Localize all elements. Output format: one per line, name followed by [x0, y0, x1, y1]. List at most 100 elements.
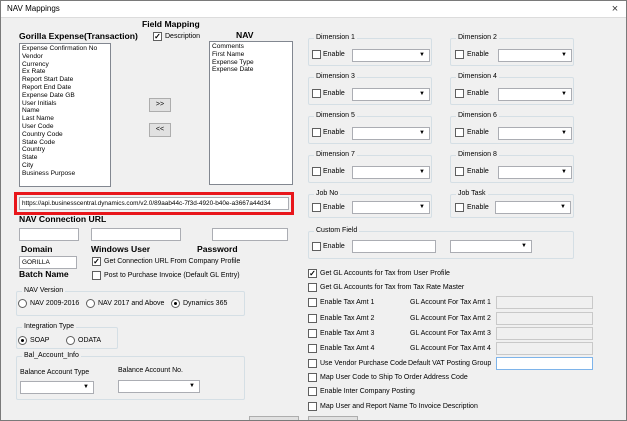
chevron-down-icon: ▼	[419, 204, 425, 210]
dimension-3-legend: Dimension 3	[314, 73, 357, 80]
integration-type-legend: Integration Type	[22, 323, 77, 330]
list-item[interactable]: State	[22, 154, 108, 162]
dimension-6-select[interactable]: ▼	[498, 127, 572, 140]
list-item[interactable]: User Initials	[22, 100, 108, 108]
dimension-4-enable-checkbox[interactable]	[455, 89, 464, 98]
domain-value-input[interactable]: GORILLA	[19, 256, 77, 269]
remove-mapping-button[interactable]: <<	[149, 123, 171, 137]
list-item[interactable]: State Code	[22, 139, 108, 147]
dimension-2-enable-checkbox[interactable]	[455, 50, 464, 59]
dimension-8-select[interactable]: ▼	[498, 166, 572, 179]
chevron-down-icon: ▼	[561, 130, 567, 136]
balance-account-type-label: Balance Account Type	[20, 369, 90, 376]
add-mapping-button[interactable]: >>	[149, 98, 171, 112]
gl-from-tax-rate-checkbox[interactable]	[308, 283, 317, 292]
enable-tax-amt-4-checkbox[interactable]	[308, 344, 317, 353]
enable-tax-amt-3-checkbox[interactable]	[308, 329, 317, 338]
windows-user-input[interactable]	[91, 228, 181, 241]
dimension-2-select[interactable]: ▼	[498, 49, 572, 62]
chevron-down-icon: ▼	[83, 384, 89, 390]
ok-button-partial[interactable]	[249, 416, 299, 420]
custom-field-group: Custom Field	[308, 227, 574, 259]
job-no-enable-checkbox[interactable]	[312, 203, 321, 212]
job-no-select[interactable]: ▼	[352, 201, 430, 214]
list-item[interactable]: Expense Date GB	[22, 92, 108, 100]
password-label: Password	[197, 244, 238, 254]
job-task-legend: Job Task	[456, 190, 488, 197]
list-item[interactable]: Report End Date	[22, 84, 108, 92]
custom-field-enable-checkbox[interactable]	[312, 242, 321, 251]
dimension-1-enable-checkbox[interactable]	[312, 50, 321, 59]
list-item[interactable]: User Code	[22, 123, 108, 131]
gl-account-tax-amt-4-input[interactable]	[496, 342, 593, 355]
default-vat-label: Default VAT Posting Group	[408, 360, 492, 367]
odata-radio[interactable]	[66, 336, 75, 345]
job-task-select[interactable]: ▼	[495, 201, 571, 214]
gl-account-tax-amt-1-input[interactable]	[496, 296, 593, 309]
custom-field-select[interactable]: ▼	[450, 240, 532, 253]
chevron-down-icon: ▼	[561, 91, 567, 97]
chevron-down-icon: ▼	[419, 130, 425, 136]
list-item[interactable]: Currency	[22, 61, 108, 69]
dimension-7-enable-checkbox[interactable]	[312, 167, 321, 176]
balance-account-type-select[interactable]: ▼	[20, 381, 94, 394]
list-item[interactable]: Expense Type	[212, 59, 290, 67]
nav-fields-list[interactable]: Comments First Name Expense Type Expense…	[209, 41, 293, 185]
dimension-8-enable-checkbox[interactable]	[455, 167, 464, 176]
dimension-5-enable-checkbox[interactable]	[312, 128, 321, 137]
list-item[interactable]: Comments	[212, 43, 290, 51]
list-item[interactable]: Country	[22, 146, 108, 154]
nav-2009-2016-radio[interactable]	[18, 299, 27, 308]
inter-company-checkbox[interactable]	[308, 387, 317, 396]
gl-account-tax-amt-2-input[interactable]	[496, 312, 593, 325]
dimension-3-enable-checkbox[interactable]	[312, 89, 321, 98]
chevron-down-icon: ▼	[561, 52, 567, 58]
chevron-down-icon: ▼	[189, 383, 195, 389]
get-url-checkbox[interactable]: ✓	[92, 257, 101, 266]
dimension-6-enable-label: Enable	[467, 129, 489, 136]
balance-account-no-select[interactable]: ▼	[118, 380, 200, 393]
list-item[interactable]: Business Purpose	[22, 170, 108, 178]
list-item[interactable]: City	[22, 162, 108, 170]
gl-from-user-profile-checkbox[interactable]: ✓	[308, 269, 317, 278]
list-item[interactable]: Report Start Date	[22, 76, 108, 84]
dimension-6-enable-checkbox[interactable]	[455, 128, 464, 137]
gorilla-fields-list[interactable]: Expense Confirmation No Vendor Currency …	[19, 43, 111, 187]
custom-field-input[interactable]	[352, 240, 436, 253]
list-item[interactable]: Last Name	[22, 115, 108, 123]
dimension-4-select[interactable]: ▼	[498, 88, 572, 101]
list-item[interactable]: Name	[22, 107, 108, 115]
dimension-7-select[interactable]: ▼	[352, 166, 430, 179]
password-input[interactable]	[212, 228, 288, 241]
vendor-purchase-code-checkbox[interactable]	[308, 359, 317, 368]
list-item[interactable]: Expense Date	[212, 66, 290, 74]
job-task-enable-checkbox[interactable]	[455, 203, 464, 212]
nav-2017-radio[interactable]	[86, 299, 95, 308]
default-vat-input[interactable]	[496, 357, 593, 370]
dimension-1-select[interactable]: ▼	[352, 49, 430, 62]
list-item[interactable]: Expense Confirmation No	[22, 45, 108, 53]
map-user-code-checkbox[interactable]	[308, 373, 317, 382]
dynamics-365-radio[interactable]	[171, 299, 180, 308]
enable-tax-amt-2-checkbox[interactable]	[308, 314, 317, 323]
list-item[interactable]: Ex Rate	[22, 68, 108, 76]
domain-input[interactable]	[19, 228, 79, 241]
post-invoice-checkbox[interactable]	[92, 271, 101, 280]
dimension-5-enable-label: Enable	[323, 129, 345, 136]
description-label: Description	[165, 33, 201, 40]
soap-radio[interactable]	[18, 336, 27, 345]
dimension-3-enable-label: Enable	[323, 90, 345, 97]
enable-tax-amt-1-label: Enable Tax Amt 1	[320, 299, 375, 306]
description-checkbox[interactable]: ✓	[153, 32, 162, 41]
enable-tax-amt-2-label: Enable Tax Amt 2	[320, 315, 375, 322]
dimension-3-select[interactable]: ▼	[352, 88, 430, 101]
list-item[interactable]: Vendor	[22, 53, 108, 61]
gl-account-tax-amt-3-input[interactable]	[496, 327, 593, 340]
list-item[interactable]: Country Code	[22, 131, 108, 139]
close-icon[interactable]: ×	[608, 2, 622, 16]
cancel-button-partial[interactable]	[308, 416, 358, 420]
map-user-report-checkbox[interactable]	[308, 402, 317, 411]
dimension-5-select[interactable]: ▼	[352, 127, 430, 140]
list-item[interactable]: First Name	[212, 51, 290, 59]
enable-tax-amt-1-checkbox[interactable]	[308, 298, 317, 307]
